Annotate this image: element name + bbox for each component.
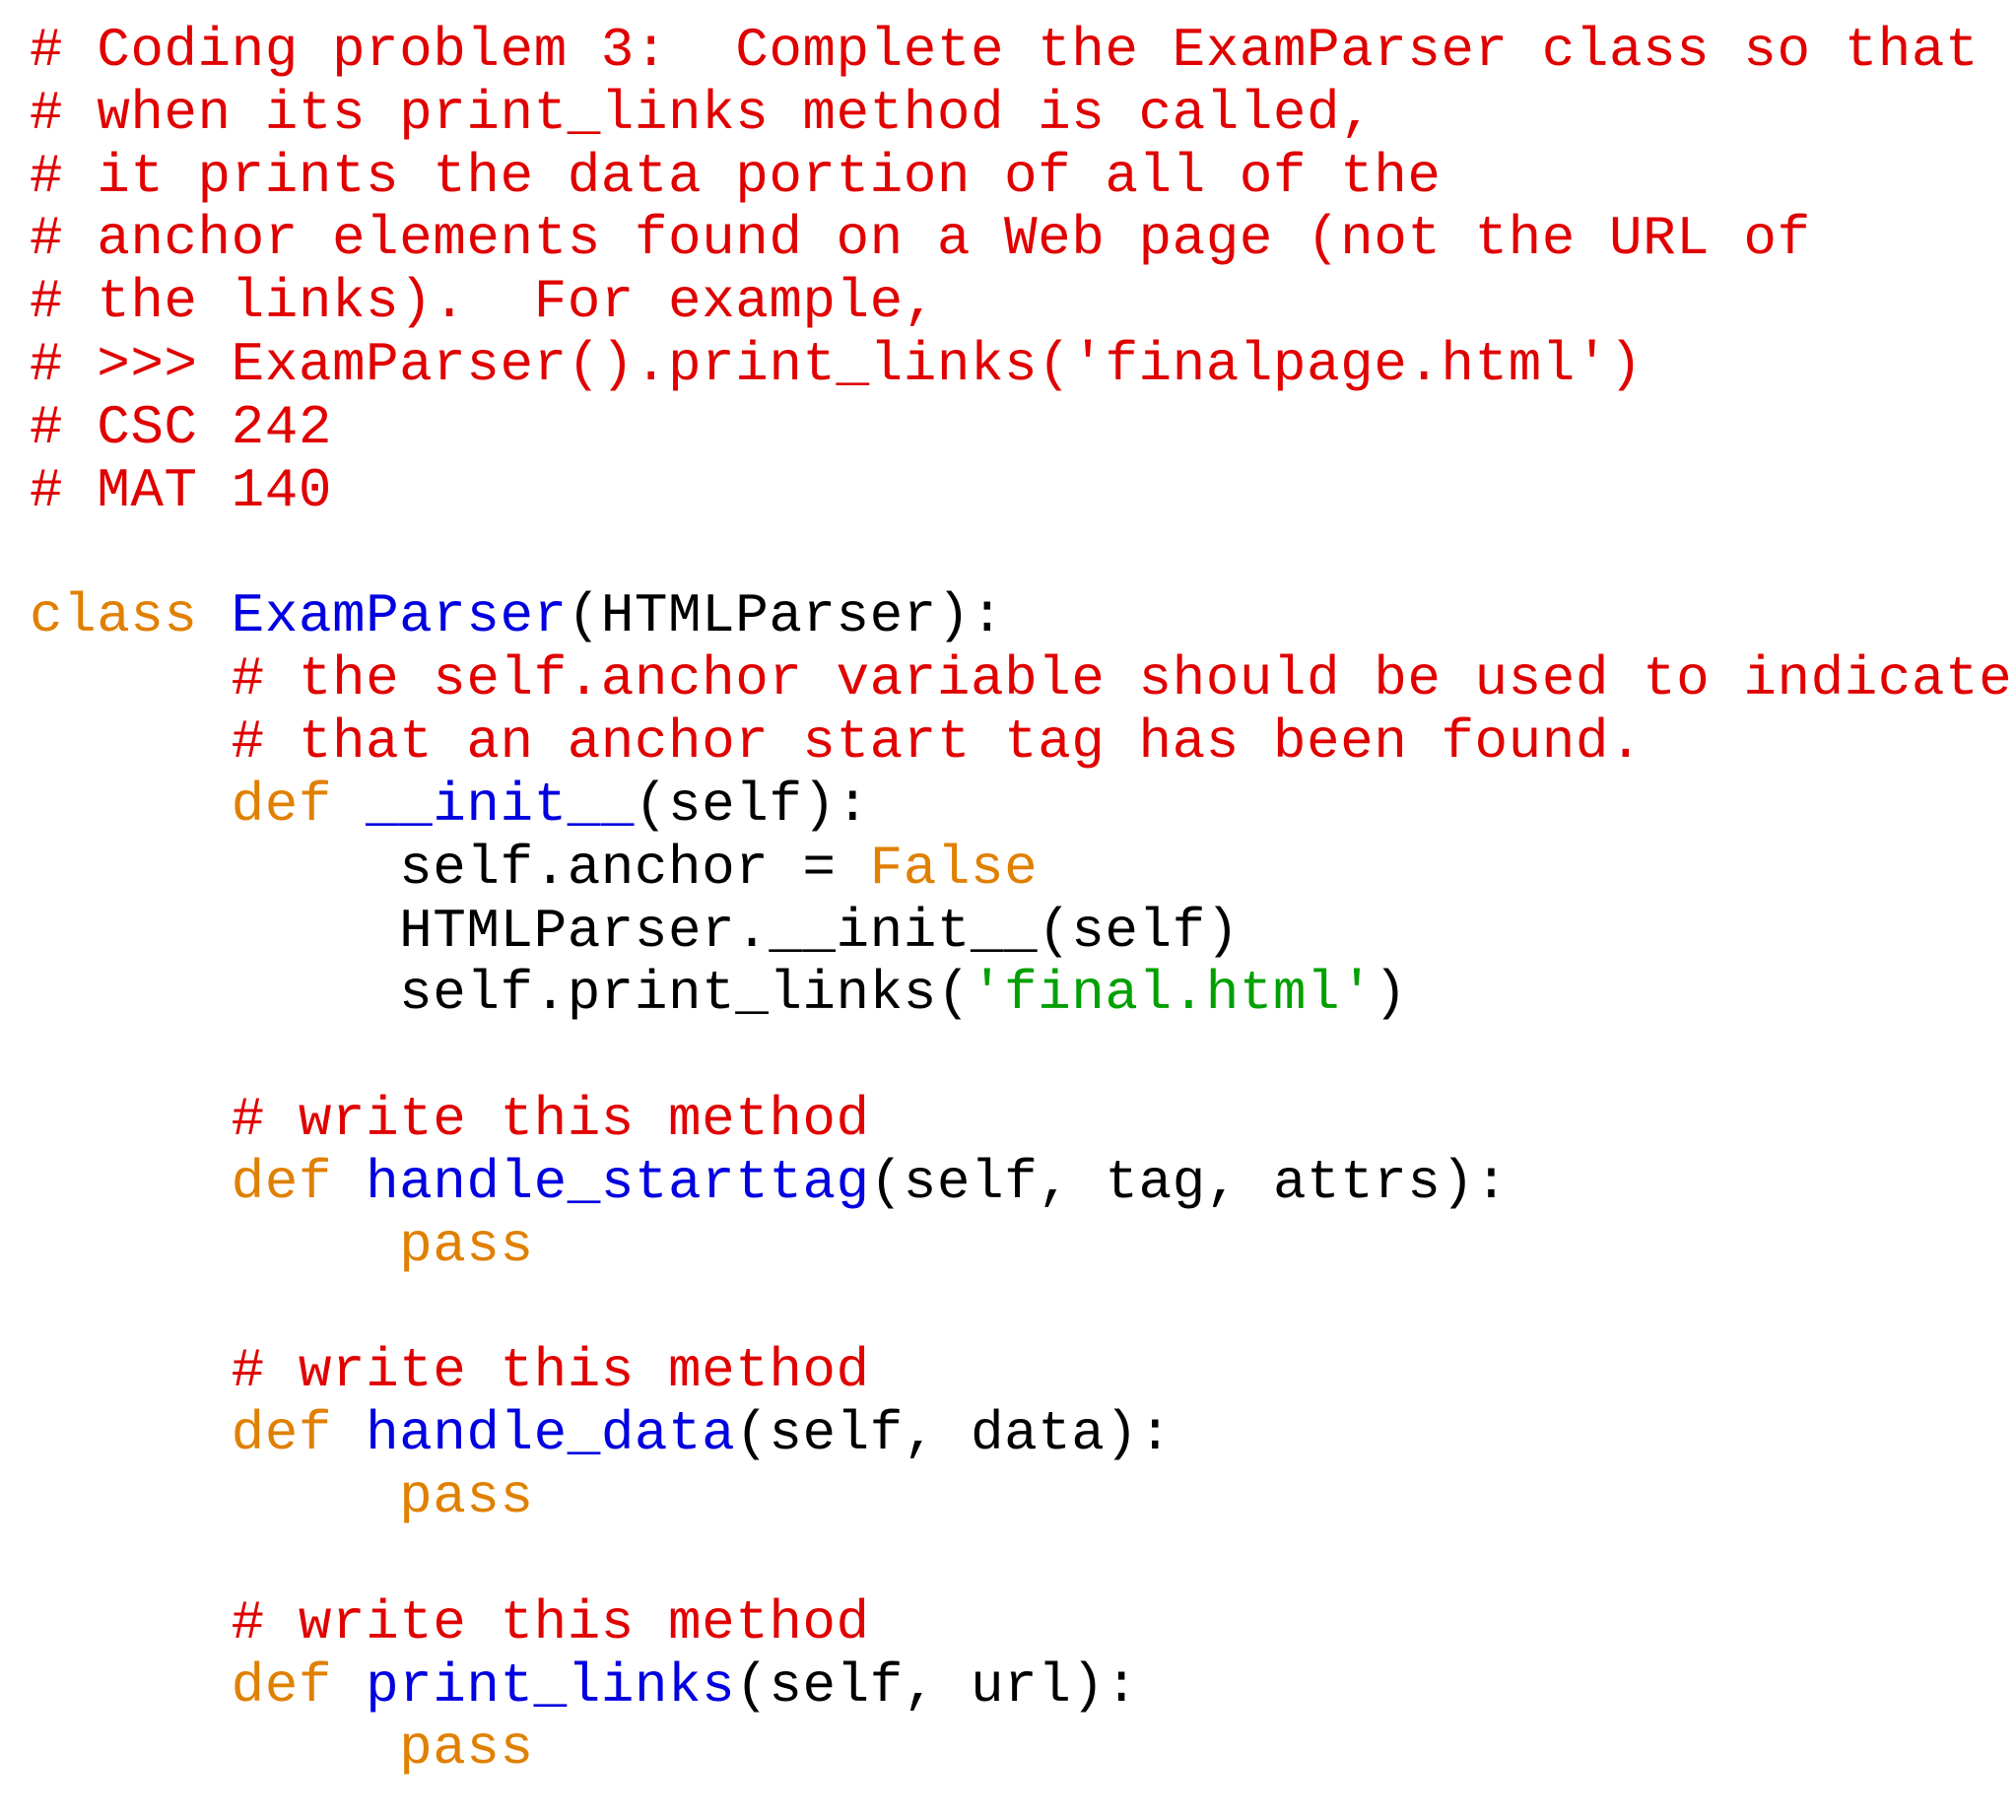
code-token: 'final.html': [971, 962, 1374, 1025]
code-token: [30, 774, 232, 837]
code-token: pass: [399, 1717, 533, 1780]
code-token: [30, 1402, 232, 1465]
code-token: # the self.anchor variable should be use…: [30, 647, 2012, 774]
code-block: # Coding problem 3: Complete the ExamPar…: [0, 0, 2016, 1800]
code-token: pass: [399, 1214, 533, 1277]
code-token: [332, 1654, 366, 1718]
code-token: def: [232, 774, 332, 837]
code-token: class: [30, 584, 198, 647]
code-token: print_links: [366, 1654, 735, 1718]
code-token: def: [232, 1151, 332, 1214]
code-token: [332, 1151, 366, 1214]
code-token: def: [232, 1654, 332, 1718]
code-token: # Coding problem 3: Complete the ExamPar…: [30, 19, 1979, 522]
code-token: # write this method: [232, 1591, 870, 1654]
code-token: [30, 1591, 232, 1654]
code-token: False: [870, 837, 1039, 900]
code-token: [30, 1339, 232, 1402]
code-token: [30, 1654, 232, 1718]
code-token: # write this method: [232, 1339, 870, 1402]
code-token: pass: [399, 1465, 533, 1528]
code-token: handle_starttag: [366, 1151, 870, 1214]
code-token: # write this method: [232, 1088, 870, 1151]
code-token: [332, 1402, 366, 1465]
code-token: def: [232, 1402, 332, 1465]
code-token: __init__: [366, 774, 635, 837]
code-token: [332, 774, 366, 837]
code-token: [30, 1151, 232, 1214]
code-token: [198, 584, 232, 647]
code-token: handle_data: [366, 1402, 735, 1465]
code-token: ExamParser: [232, 584, 568, 647]
